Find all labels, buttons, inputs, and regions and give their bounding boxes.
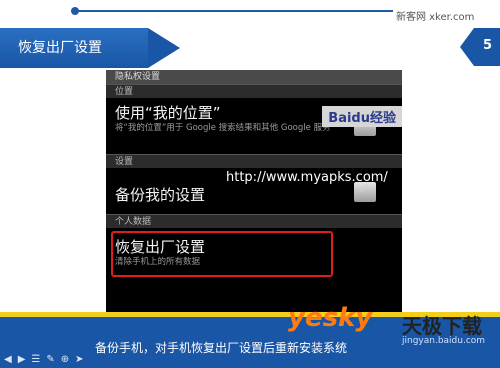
- backup-settings-item[interactable]: http://www.myapks.com/ 备份我的设置: [106, 168, 402, 214]
- title-banner-arrow: [148, 28, 180, 68]
- slide-title: 恢复出厂设置: [18, 40, 102, 56]
- factory-reset-highlight: [111, 231, 333, 277]
- section-header-settings: 设置: [106, 154, 402, 168]
- zoom-icon[interactable]: ⊕: [61, 354, 75, 365]
- tianji-download-logo: 天极下载: [402, 314, 482, 338]
- use-location-description: 将“我的位置”用于 Google 搜索结果和其他 Google 服务: [115, 123, 331, 133]
- page-number: 5: [483, 38, 493, 53]
- section-header-personal-data: 个人数据: [106, 214, 402, 228]
- phone-screenshot: 隐私权设置 位置 使用“我的位置” 将“我的位置”用于 Google 搜索结果和…: [106, 70, 402, 330]
- baidu-jingyan-url: jingyan.baidu.com: [402, 336, 486, 346]
- pointer-icon[interactable]: ➤: [75, 354, 89, 365]
- slide-nav-controls[interactable]: ◀▶☰✎⊕➤: [4, 354, 90, 365]
- backup-checkbox[interactable]: [354, 180, 376, 202]
- next-icon[interactable]: ▶: [18, 354, 32, 365]
- screen-title: 隐私权设置: [106, 70, 402, 84]
- menu-icon[interactable]: ☰: [31, 354, 46, 365]
- section-header-location: 位置: [106, 84, 402, 98]
- baidu-logo: Baidu经验: [322, 106, 402, 127]
- page-number-tab: [460, 28, 500, 66]
- prev-icon[interactable]: ◀: [4, 354, 18, 365]
- yesky-logo: yesky: [288, 303, 373, 333]
- header-line: [75, 10, 393, 12]
- site-watermark: 新客网 xker.com: [396, 12, 475, 23]
- slide-caption: 备份手机，对手机恢复出厂设置后重新安装系统: [95, 341, 348, 355]
- factory-reset-item[interactable]: 恢复出厂设置 清除手机上的所有数据: [106, 228, 402, 280]
- pen-icon[interactable]: ✎: [46, 354, 60, 365]
